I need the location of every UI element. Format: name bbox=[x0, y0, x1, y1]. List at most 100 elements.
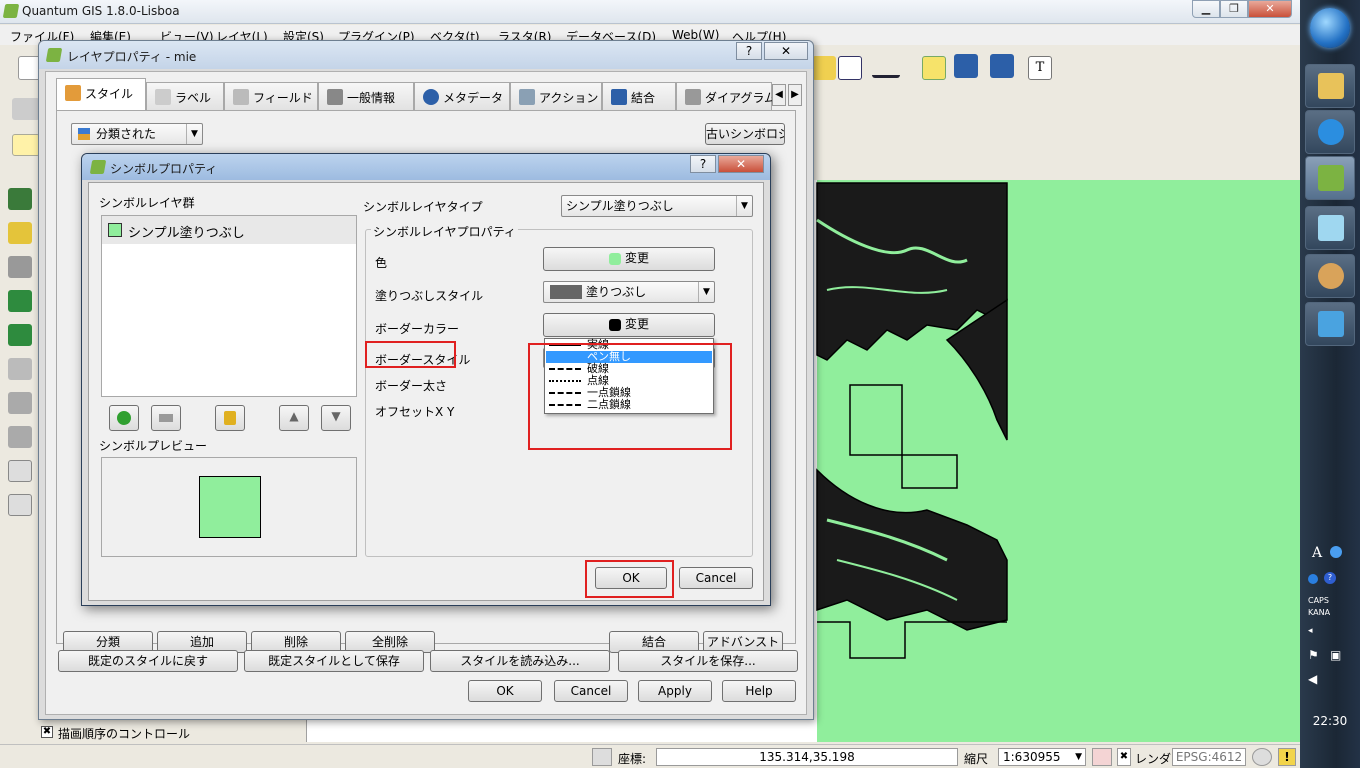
button-label: 変更 bbox=[624, 317, 649, 331]
measure-icon[interactable] bbox=[872, 58, 900, 78]
folder-icon bbox=[1318, 73, 1344, 99]
layer-type-combo[interactable]: シンプル塗りつぶし ▼ bbox=[561, 195, 753, 217]
close-button[interactable]: ✕ bbox=[764, 42, 808, 60]
tab-style[interactable]: スタイル bbox=[56, 78, 146, 110]
symbol-properties-title: シンボルプロパティ bbox=[110, 162, 218, 176]
volume-icon[interactable]: ◀ bbox=[1308, 672, 1317, 686]
maximize-button[interactable]: ❐ bbox=[1220, 0, 1248, 18]
cancel-button[interactable]: Cancel bbox=[554, 680, 628, 702]
help-button[interactable]: ? bbox=[736, 42, 762, 60]
layer-type-label: シンボルレイヤタイプ bbox=[363, 200, 483, 214]
draw-order-checkbox[interactable]: ✖ bbox=[41, 726, 53, 738]
old-symbology-button[interactable]: 古いシンボロジ bbox=[705, 123, 785, 145]
tab-fields[interactable]: フィールド bbox=[224, 82, 318, 110]
load-style-button[interactable]: スタイルを読み込み... bbox=[430, 650, 610, 672]
scale-combo[interactable]: 1:630955 ▼ bbox=[998, 748, 1086, 766]
offset-label: オフセットX Y bbox=[375, 405, 455, 419]
layer-overview-icon[interactable] bbox=[8, 494, 32, 516]
tab-label: アクション bbox=[539, 91, 599, 105]
renderer-combo[interactable]: 分類された ▼ bbox=[71, 123, 203, 145]
chevron-down-icon: ▼ bbox=[698, 282, 714, 302]
render-checkbox[interactable]: ✖ bbox=[1117, 748, 1131, 766]
tab-general[interactable]: 一般情報 bbox=[318, 82, 414, 110]
digitize-icon[interactable] bbox=[12, 98, 40, 120]
scale-value: 1:630955 bbox=[1003, 750, 1061, 764]
network-icon[interactable]: ▣ bbox=[1330, 648, 1341, 662]
taskbar-photos[interactable] bbox=[1305, 302, 1355, 346]
crs-status-icon[interactable] bbox=[1252, 748, 1272, 766]
epsg-button[interactable]: EPSG:4612 bbox=[1172, 748, 1246, 766]
apply-button[interactable]: Apply bbox=[638, 680, 712, 702]
layer-type-value: シンプル塗りつぶし bbox=[566, 199, 674, 213]
coordinate-field[interactable]: 135.314,35.198 bbox=[656, 748, 958, 766]
attribute-table-icon[interactable] bbox=[838, 56, 862, 80]
help-icon[interactable]: ? bbox=[1324, 572, 1336, 584]
render-label: レンダ bbox=[1135, 752, 1172, 766]
new-spatialite-icon[interactable] bbox=[8, 426, 32, 448]
help-footer-button[interactable]: Help bbox=[722, 680, 796, 702]
help-button[interactable]: ? bbox=[690, 155, 716, 173]
start-button[interactable] bbox=[1310, 8, 1350, 48]
taskbar-paint[interactable] bbox=[1305, 254, 1355, 298]
fill-color-swatch bbox=[608, 252, 621, 265]
ime-icon[interactable]: A bbox=[1312, 545, 1322, 561]
tray-clock[interactable]: 22:30 bbox=[1300, 714, 1360, 728]
fill-style-combo[interactable]: 塗りつぶし ▼ bbox=[543, 281, 715, 303]
statusbar: 座標: 135.314,35.198 縮尺 1:630955 ▼ ✖ レンダ E… bbox=[0, 744, 1300, 768]
new-shapefile-icon[interactable] bbox=[8, 392, 32, 414]
add-layer-button[interactable] bbox=[109, 405, 139, 431]
close-window-button[interactable]: ✕ bbox=[1248, 0, 1292, 18]
tab-labels[interactable]: ラベル bbox=[146, 82, 224, 110]
add-wms-layer-icon[interactable] bbox=[8, 324, 32, 346]
add-vector-layer-icon[interactable] bbox=[8, 188, 32, 210]
save-style-button[interactable]: スタイルを保存... bbox=[618, 650, 798, 672]
tab-scroll-right-icon[interactable]: ▶ bbox=[788, 84, 802, 106]
taskbar-qgis[interactable] bbox=[1305, 156, 1355, 200]
change-border-color-button[interactable]: 変更 bbox=[543, 313, 715, 337]
identify-icon[interactable] bbox=[812, 56, 836, 80]
taskbar-ie[interactable] bbox=[1305, 110, 1355, 154]
warning-icon[interactable]: ! bbox=[1278, 748, 1296, 766]
text-annotation-icon[interactable]: T bbox=[1028, 56, 1052, 80]
stop-render-icon[interactable] bbox=[1092, 748, 1112, 766]
minimize-button[interactable]: ▁ bbox=[1192, 0, 1220, 18]
label-tool-icon[interactable] bbox=[12, 134, 40, 156]
restore-default-style-button[interactable]: 既定のスタイルに戻す bbox=[58, 650, 238, 672]
table-icon bbox=[233, 89, 249, 105]
kana-indicator: KANA bbox=[1308, 608, 1331, 617]
home-alt-icon[interactable] bbox=[990, 54, 1014, 78]
lock-layer-button[interactable] bbox=[215, 405, 245, 431]
add-raster-layer-icon[interactable] bbox=[8, 222, 32, 244]
tab-actions[interactable]: アクション bbox=[510, 82, 602, 110]
annotation-icon[interactable] bbox=[922, 56, 946, 80]
toggle-extents-icon[interactable] bbox=[592, 748, 612, 766]
change-fill-color-button[interactable]: 変更 bbox=[543, 247, 715, 271]
gears-icon bbox=[519, 89, 535, 105]
remove-layer-icon[interactable] bbox=[8, 460, 32, 482]
taskbar-app-4[interactable] bbox=[1305, 206, 1355, 250]
language-icon[interactable] bbox=[1308, 574, 1318, 584]
tools-icon[interactable] bbox=[1330, 546, 1342, 558]
symbol-layers-list[interactable]: シンプル塗りつぶし bbox=[101, 215, 357, 397]
remove-layer-button[interactable] bbox=[151, 405, 181, 431]
add-postgis-layer-icon[interactable] bbox=[8, 256, 32, 278]
symbol-properties-titlebar: シンボルプロパティ ? ✕ bbox=[82, 154, 770, 180]
tab-diagrams[interactable]: ダイアグラム bbox=[676, 82, 776, 110]
add-wfs-layer-icon[interactable] bbox=[8, 358, 32, 380]
ok-button[interactable]: OK bbox=[468, 680, 542, 702]
tray-expand-icon[interactable]: ◂ bbox=[1308, 626, 1313, 636]
save-default-style-button[interactable]: 既定スタイルとして保存 bbox=[244, 650, 424, 672]
flag-icon[interactable]: ⚑ bbox=[1308, 648, 1319, 662]
tab-scroll-left-icon[interactable]: ◀ bbox=[772, 84, 786, 106]
add-spatialite-layer-icon[interactable] bbox=[8, 290, 32, 312]
move-down-button[interactable]: ▼ bbox=[321, 405, 351, 431]
tab-metadata[interactable]: メタデータ bbox=[414, 82, 510, 110]
taskbar-explorer[interactable] bbox=[1305, 64, 1355, 108]
move-up-button[interactable]: ▲ bbox=[279, 405, 309, 431]
list-item[interactable]: シンプル塗りつぶし bbox=[102, 216, 356, 244]
home-icon[interactable] bbox=[954, 54, 978, 78]
tab-joins[interactable]: 結合 bbox=[602, 82, 676, 110]
close-button[interactable]: ✕ bbox=[718, 155, 764, 173]
symbol-cancel-button[interactable]: Cancel bbox=[679, 567, 753, 589]
layer-panel-footer: ✖ 描画順序のコントロール bbox=[38, 722, 306, 744]
